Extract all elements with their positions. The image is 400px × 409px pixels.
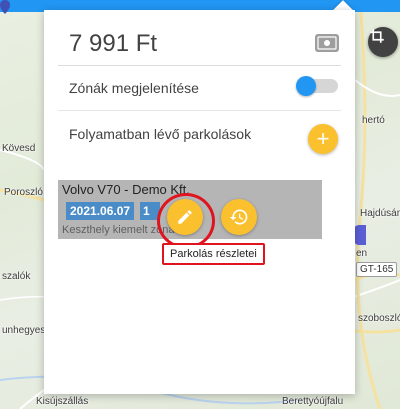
divider <box>58 110 341 111</box>
vehicle-name: Volvo V70 - Demo Kft. <box>62 182 190 197</box>
map-label: szalók <box>2 271 31 282</box>
add-parking-button[interactable]: + <box>308 124 338 154</box>
highlight-ring <box>157 193 215 249</box>
parking-history-button[interactable] <box>221 199 257 235</box>
zones-toggle-label: Zónák megjelenítése <box>69 80 199 96</box>
map-label: szoboszló <box>358 313 400 324</box>
divider <box>58 65 341 66</box>
crop-icon <box>370 29 384 43</box>
parking-details-tooltip: Parkolás részletei <box>162 243 265 265</box>
map-label: hertó <box>362 115 385 126</box>
map-label: Kövesd <box>2 143 36 154</box>
balance-amount: 7 991 Ft <box>69 30 158 57</box>
crop-button[interactable] <box>368 27 398 57</box>
map-label: Hajdúsám <box>360 208 400 219</box>
zones-toggle[interactable] <box>296 76 340 96</box>
map-label: unhegyes <box>2 325 46 336</box>
map-label: Kisújszállás <box>36 396 89 407</box>
road-shield: GT-165 <box>356 262 398 277</box>
money-icon[interactable] <box>315 34 339 52</box>
toggle-thumb <box>296 76 316 96</box>
parking-session-card[interactable]: Volvo V70 - Demo Kft. 2021.06.07 1 Keszt… <box>58 180 322 249</box>
ongoing-parkings-title: Folyamatban lévő parkolások <box>69 126 252 142</box>
plus-icon: + <box>316 126 330 151</box>
account-popup: 7 991 Ft Zónák megjelenítése Folyamatban… <box>44 10 355 394</box>
session-date: 2021.06.07 <box>66 202 135 220</box>
map-label: en <box>356 248 368 259</box>
history-icon <box>229 209 248 225</box>
map-pin-icon <box>0 0 10 14</box>
map-label: Berettyóújfalu <box>282 396 344 407</box>
map-label: Poroszló <box>4 187 43 198</box>
